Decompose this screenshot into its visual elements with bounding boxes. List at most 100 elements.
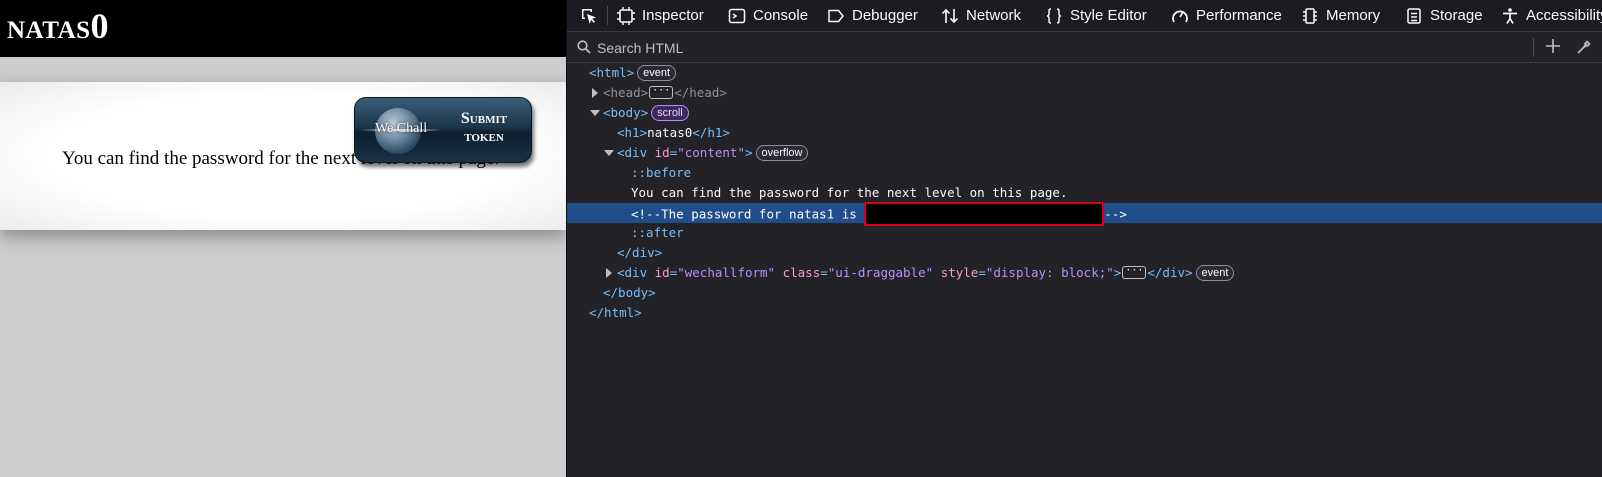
h1-close-tag: </h1>	[692, 125, 730, 140]
tab-performance[interactable]: Performance	[1171, 0, 1282, 31]
attr-value-wechallform: "wechallform"	[677, 265, 776, 280]
markup-tree: <html> event <head> ··· </head> <body> scrol…	[567, 63, 1602, 477]
overflow-badge[interactable]: overflow	[755, 144, 809, 161]
wechall-submit-token-button[interactable]: We Chall Submit token	[354, 97, 532, 163]
ellipsis-button[interactable]: ···	[1122, 266, 1147, 279]
comment-start: <!--The password for natas1 is	[631, 206, 865, 222]
tab-console[interactable]: Console	[728, 0, 808, 31]
tree-row-html[interactable]: <html> event	[567, 63, 1602, 83]
tree-row-after[interactable]: ::after	[567, 223, 1602, 243]
tab-debugger[interactable]: Debugger	[827, 0, 918, 31]
attr-value-style: "display: block;"	[985, 265, 1114, 280]
comment-end: -->	[1104, 206, 1127, 222]
event-badge[interactable]: event	[1195, 264, 1235, 281]
tree-row-div-wechallform[interactable]: <div id="wechallform" class="ui-draggabl…	[567, 263, 1602, 283]
event-badge[interactable]: event	[637, 64, 677, 81]
tab-label: Debugger	[852, 7, 918, 24]
devtools-toolbar: Inspector Console Debugger Network Style…	[567, 0, 1602, 32]
head-open-tag: <head>	[603, 85, 649, 100]
tab-label: Style Editor	[1070, 7, 1147, 24]
tree-row-div-close[interactable]: </div>	[567, 243, 1602, 263]
eyedropper-icon	[1577, 40, 1591, 54]
attr-name-id: id	[654, 265, 670, 280]
page-header: natas0	[0, 0, 566, 57]
storage-icon	[1407, 7, 1421, 24]
text-node: You can find the password for the next l…	[631, 185, 1068, 200]
ellipsis-button[interactable]: ···	[649, 86, 674, 99]
submit-label-line2: token	[464, 128, 504, 145]
tab-label: Inspector	[642, 7, 704, 24]
attr-name-id: id	[654, 145, 670, 160]
tab-inspector[interactable]: Inspector	[617, 0, 704, 31]
network-icon	[941, 8, 959, 23]
attr-value-content: "content"	[677, 145, 745, 160]
eyedropper-button[interactable]	[1575, 38, 1593, 56]
div-close-tag: </div>	[1147, 265, 1193, 280]
div-close-tag: </div>	[617, 245, 663, 260]
html-close-tag: </html>	[589, 305, 642, 320]
toolbar-separator	[607, 6, 608, 25]
tree-row-body[interactable]: <body> scroll	[567, 103, 1602, 123]
tree-row-before[interactable]: ::before	[567, 163, 1602, 183]
attr-eq: =	[978, 265, 986, 280]
expand-arrow-icon[interactable]	[592, 88, 598, 98]
web-page: natas0 You can find the password for the…	[0, 0, 566, 477]
h1-text: natas0	[647, 125, 693, 140]
page-title: natas0	[7, 6, 110, 46]
div-open-start: <div	[617, 145, 655, 160]
tab-style-editor[interactable]: Style Editor	[1045, 0, 1147, 31]
submit-token-label: Submit token	[447, 110, 521, 146]
submit-label-line1: Submit	[460, 110, 508, 127]
head-close-tag: </head>	[674, 85, 727, 100]
tab-label: Memory	[1326, 7, 1381, 24]
attr-value-class: "ui-draggable"	[827, 265, 934, 280]
tab-label: Console	[753, 7, 809, 24]
search-html-input[interactable]	[595, 37, 1499, 59]
h1-open-tag: <h1>	[617, 125, 648, 140]
div-open-end: >	[1113, 265, 1122, 280]
body-close-tag: </body>	[603, 285, 656, 300]
div-open-end: >	[744, 145, 753, 160]
collapse-arrow-icon[interactable]	[604, 150, 614, 156]
inspector-icon	[617, 6, 635, 25]
performance-icon	[1172, 10, 1188, 22]
style-editor-icon	[1046, 7, 1062, 24]
tab-storage[interactable]: Storage	[1405, 0, 1483, 31]
div-open-start: <div	[617, 265, 655, 280]
body-open-tag: <body>	[603, 105, 649, 120]
plus-icon	[1546, 39, 1560, 53]
devtools-panel: Inspector Console Debugger Network Style…	[566, 0, 1602, 477]
add-node-button[interactable]	[1543, 37, 1563, 57]
search-separator	[1533, 38, 1534, 57]
tab-label: Performance	[1196, 7, 1282, 24]
search-bar	[567, 32, 1602, 63]
tree-row-comment[interactable]: <!--The password for natas1 is -->	[567, 202, 1602, 226]
attr-name-style: style	[940, 265, 979, 280]
pseudo-after: ::after	[631, 225, 684, 240]
tree-row-body-close[interactable]: </body>	[567, 283, 1602, 303]
tree-row-text[interactable]: You can find the password for the next l…	[567, 183, 1602, 203]
attr-name-class: class	[782, 265, 821, 280]
tab-label: Storage	[1430, 7, 1483, 24]
tab-network[interactable]: Network	[941, 0, 1021, 31]
expand-arrow-icon[interactable]	[606, 268, 612, 278]
scroll-badge[interactable]: scroll	[651, 104, 689, 121]
debugger-icon	[828, 9, 844, 22]
attr-eq: =	[820, 265, 828, 280]
html-open-tag: <html>	[589, 65, 635, 80]
console-icon	[728, 8, 746, 23]
pseudo-before: ::before	[631, 165, 692, 180]
memory-icon	[1303, 7, 1317, 24]
tree-row-div-content[interactable]: <div id="content"> overflow	[567, 143, 1602, 163]
picker-icon	[582, 8, 596, 24]
wechall-logo-text: We Chall	[375, 121, 428, 136]
collapse-arrow-icon[interactable]	[590, 110, 600, 116]
tree-row-h1[interactable]: <h1>natas0</h1>	[567, 123, 1602, 143]
element-picker-button[interactable]	[575, 0, 603, 31]
tree-row-head[interactable]: <head> ··· </head>	[567, 83, 1602, 103]
search-icon	[577, 40, 591, 54]
tab-label: Network	[966, 7, 1022, 24]
tree-row-html-close[interactable]: </html>	[567, 303, 1602, 323]
tab-memory[interactable]: Memory	[1301, 0, 1380, 31]
tab-accessibility[interactable]: Accessibility	[1501, 0, 1602, 31]
